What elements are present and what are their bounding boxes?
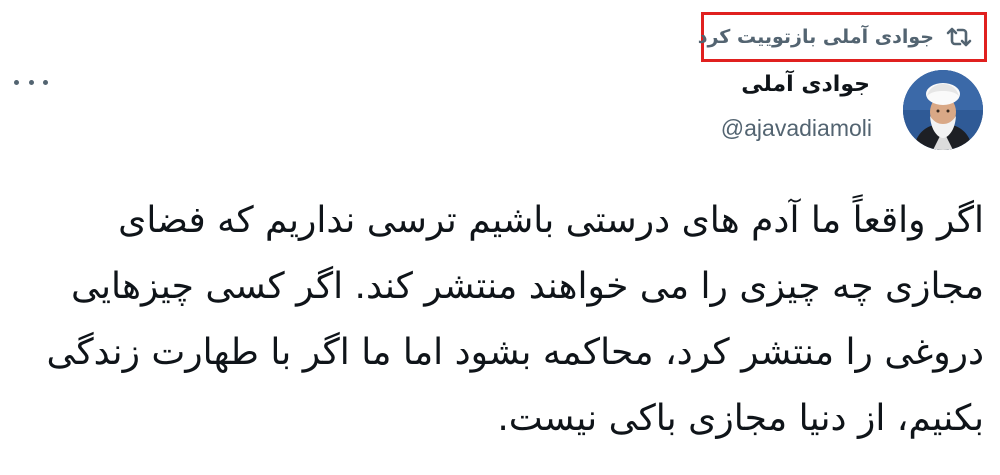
retweet-indicator[interactable]: جوادی آملی بازتوییت کرد — [698, 12, 987, 62]
retweet-icon — [946, 23, 972, 51]
tweet-line: اگر واقعاً ما آدم های درستی باشیم ترسی ن… — [118, 200, 984, 241]
more-dots-icon[interactable] — [14, 72, 48, 92]
avatar-portrait-icon — [903, 70, 983, 150]
tweet-line: دروغی را منتشر کرد، محاکمه بشود اما ما ا… — [46, 332, 984, 373]
author-handle[interactable]: @ajavadiamoli — [721, 115, 872, 142]
tweet-text: اگر واقعاً ما آدم های درستی باشیم ترسی ن… — [44, 188, 984, 452]
avatar[interactable] — [903, 70, 983, 150]
retweet-label[interactable]: جوادی آملی بازتوییت کرد — [698, 26, 934, 48]
tweet-line: مجازی چه چیزی را می خواهند منتشر کند. اگ… — [70, 266, 984, 307]
tweet-line: بکنیم، از دنیا مجازی باکی نیست. — [497, 398, 984, 439]
author-display-name[interactable]: جوادی آملی — [741, 72, 870, 97]
